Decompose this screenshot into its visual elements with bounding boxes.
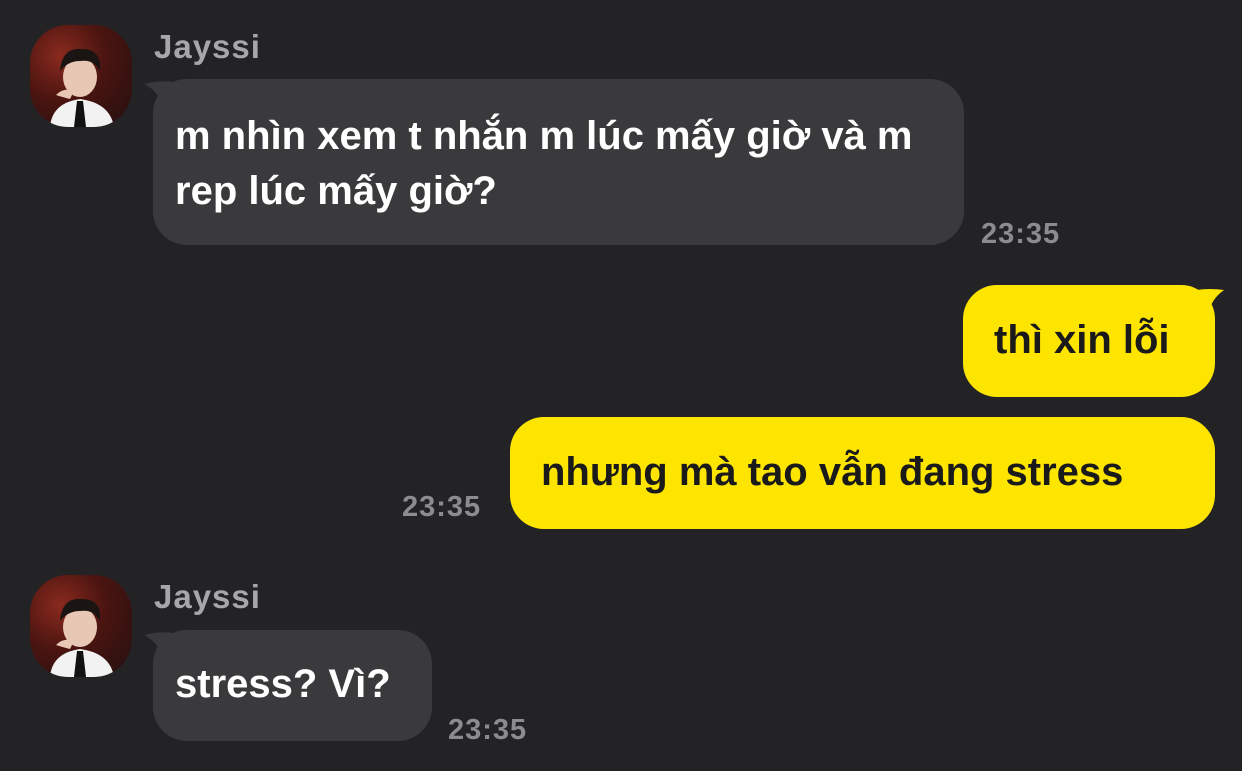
message-bubble-incoming[interactable]: stress? Vì? [153, 630, 432, 741]
avatar[interactable] [30, 575, 132, 677]
person-avatar-icon [50, 598, 114, 677]
message-text: thì xin lỗi [994, 318, 1170, 362]
person-avatar-icon [50, 48, 114, 127]
avatar[interactable] [30, 25, 132, 127]
sender-name: Jayssi [154, 578, 261, 615]
message-timestamp: 23:35 [448, 714, 528, 746]
chat-conversation: Jayssi m nhìn xem t nhắn m lúc mấy giờ v… [0, 0, 1242, 771]
message-timestamp: 23:35 [981, 218, 1061, 250]
message-bubble-outgoing[interactable]: nhưng mà tao vẫn đang stress [510, 417, 1215, 529]
sender-name: Jayssi [154, 28, 261, 65]
message-bubble-incoming[interactable]: m nhìn xem t nhắn m lúc mấy giờ và m rep… [153, 79, 964, 245]
bubble-tail [1196, 289, 1224, 316]
message-timestamp: 23:35 [402, 491, 482, 523]
message-bubble-outgoing[interactable]: thì xin lỗi [963, 285, 1215, 397]
message-text: nhưng mà tao vẫn đang stress [541, 450, 1124, 494]
message-text: stress? Vì? [175, 662, 391, 706]
message-text: m nhìn xem t nhắn m lúc mấy giờ và m rep… [175, 114, 913, 213]
